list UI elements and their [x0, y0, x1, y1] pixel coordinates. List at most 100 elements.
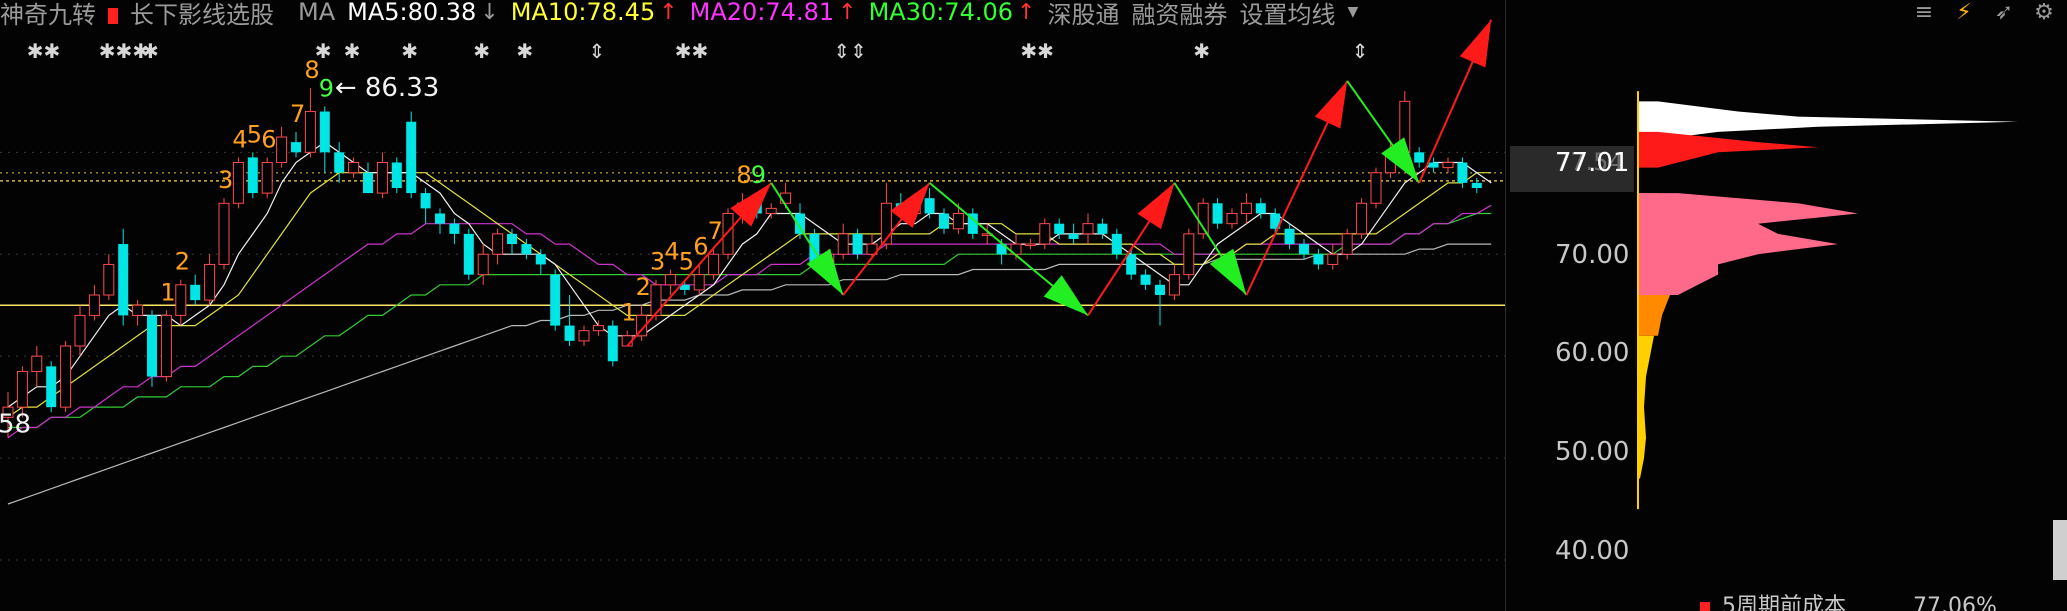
signal-marker: ✱✱	[1020, 39, 1054, 63]
price-tick-60: 60.00	[1555, 338, 1630, 368]
gear-icon[interactable]: ⚙	[2031, 0, 2057, 25]
candle-up	[477, 244, 489, 285]
nine-turn-label: 7	[708, 217, 723, 245]
candle-body	[607, 325, 618, 362]
candle-body	[118, 244, 129, 316]
candle-body	[765, 207, 777, 214]
candle-down	[391, 157, 402, 194]
candle-down	[334, 142, 345, 183]
low-price-label: 58	[0, 410, 31, 440]
candle-up	[765, 203, 777, 219]
candle-up	[1442, 157, 1454, 173]
candle-body	[1299, 244, 1309, 255]
candle-up	[578, 325, 590, 346]
candle-body	[160, 314, 172, 378]
chip-pink	[1638, 193, 1858, 295]
ma20-line	[7, 204, 1492, 439]
candle-down	[535, 249, 546, 275]
candle-down	[319, 106, 330, 173]
candle-up	[1240, 193, 1252, 224]
chip-yellow	[1638, 335, 1654, 479]
candle-body	[708, 253, 720, 276]
candle-body	[1356, 202, 1368, 235]
ma-settings-item[interactable]: 设置均线	[1239, 0, 1335, 30]
candle-up	[160, 310, 172, 382]
lightning-icon[interactable]: ⚡	[1951, 0, 1977, 25]
nine-turn-label: 3	[650, 248, 665, 276]
candle-down	[607, 320, 618, 367]
hk-connect-item[interactable]: 深股通	[1047, 0, 1119, 30]
candle-down	[564, 295, 575, 346]
candle-body	[1457, 162, 1468, 183]
price-tick-40: 40.00	[1555, 536, 1630, 566]
candle-up	[492, 228, 504, 265]
candle-down	[1140, 269, 1151, 290]
candle-body	[1183, 233, 1195, 276]
chevron-down-icon[interactable]: ▼	[1347, 4, 1358, 20]
candle-down	[420, 187, 431, 224]
nine-turn-label: 4	[664, 238, 679, 266]
candle-down	[247, 152, 258, 199]
candle-body	[1039, 223, 1051, 245]
sort-icon[interactable]: ≡	[1911, 0, 1937, 25]
margin-trading-item[interactable]: 融资融券	[1131, 0, 1227, 30]
candle-body	[1054, 223, 1065, 234]
ma-label[interactable]: MA	[298, 0, 335, 26]
ma10-arrow-icon: ↑	[659, 0, 678, 25]
rocket-icon[interactable]: ➶	[1991, 0, 2017, 25]
stock-chart-window: 1 2 3 4 5 6 7 8 9 1 2 3 4 5 6 7 8 9 ✱✱ ✱✱✱ ✱ ✱ ✱ ✱ ✱ ✱ ⇕ ✱✱ ⇕⇕ ✱✱ ✱ ⇕ ← …	[0, 0, 2067, 611]
trend-up-arrow	[1314, 81, 1348, 129]
candle-up	[1183, 228, 1195, 280]
candle-body	[1111, 233, 1122, 255]
candle-down	[967, 208, 978, 239]
candle-body	[435, 213, 445, 224]
candle-body	[420, 193, 431, 209]
high-price-label: ← 86.33	[335, 73, 439, 103]
trend-up-arrow	[1137, 182, 1175, 230]
candle-down	[1155, 279, 1165, 326]
kline-chart[interactable]: 1234 5 6789123 4 5678 9✱✱ ✱✱✱✱ ✱ ✱ ✱ ✱ ✱ ⇕ ✱✱ ⇕⇕ ✱✱ ✱ ⇕← …	[0, 0, 2067, 611]
indicator-name[interactable]: 神奇九转	[0, 0, 96, 30]
candle-body	[1341, 233, 1353, 255]
candle-body	[837, 233, 849, 255]
candle-body	[924, 198, 935, 214]
candle-body	[1126, 254, 1137, 275]
strategy-label: 长下影线选股	[130, 0, 274, 29]
candle-body	[507, 233, 517, 245]
candle-down	[449, 218, 460, 245]
candle-up	[60, 340, 72, 413]
candle-body	[204, 263, 216, 301]
nine-turn-label: 1	[160, 278, 175, 306]
candle-down	[406, 111, 417, 199]
candle-up	[837, 223, 849, 260]
candle-body	[132, 304, 144, 316]
candle-body	[1212, 203, 1223, 224]
candle-body	[463, 233, 474, 275]
candle-up	[1082, 213, 1094, 245]
nine-turn-label: 7	[290, 100, 305, 128]
candle-up	[132, 300, 144, 326]
candle-up	[88, 284, 100, 321]
candle-up	[31, 345, 43, 387]
candle-body	[1414, 152, 1425, 163]
candle-down	[1299, 238, 1309, 260]
cost-legend-swatch	[1700, 602, 1710, 611]
side-scroll-handle[interactable]	[2053, 520, 2067, 580]
ma60-line	[7, 243, 1492, 505]
strategy-name[interactable]: 长下影线选股	[108, 0, 286, 30]
candle-down	[1068, 223, 1079, 245]
candle-down	[190, 274, 201, 306]
signal-marker: ✱	[344, 39, 361, 63]
flag-icon	[108, 7, 118, 24]
candle-body	[376, 162, 388, 194]
candle-body	[304, 111, 316, 153]
signal-marker: ⇕	[588, 39, 605, 63]
ma20-arrow-icon: ↑	[838, 0, 857, 25]
nine-turn-label: 8	[736, 161, 751, 189]
nine-turn-label: 5	[679, 248, 694, 276]
candle-body	[247, 157, 258, 194]
candle-down	[1414, 147, 1425, 168]
candle-body	[477, 253, 489, 276]
candle-body	[564, 325, 575, 341]
candle-down	[1313, 249, 1324, 270]
